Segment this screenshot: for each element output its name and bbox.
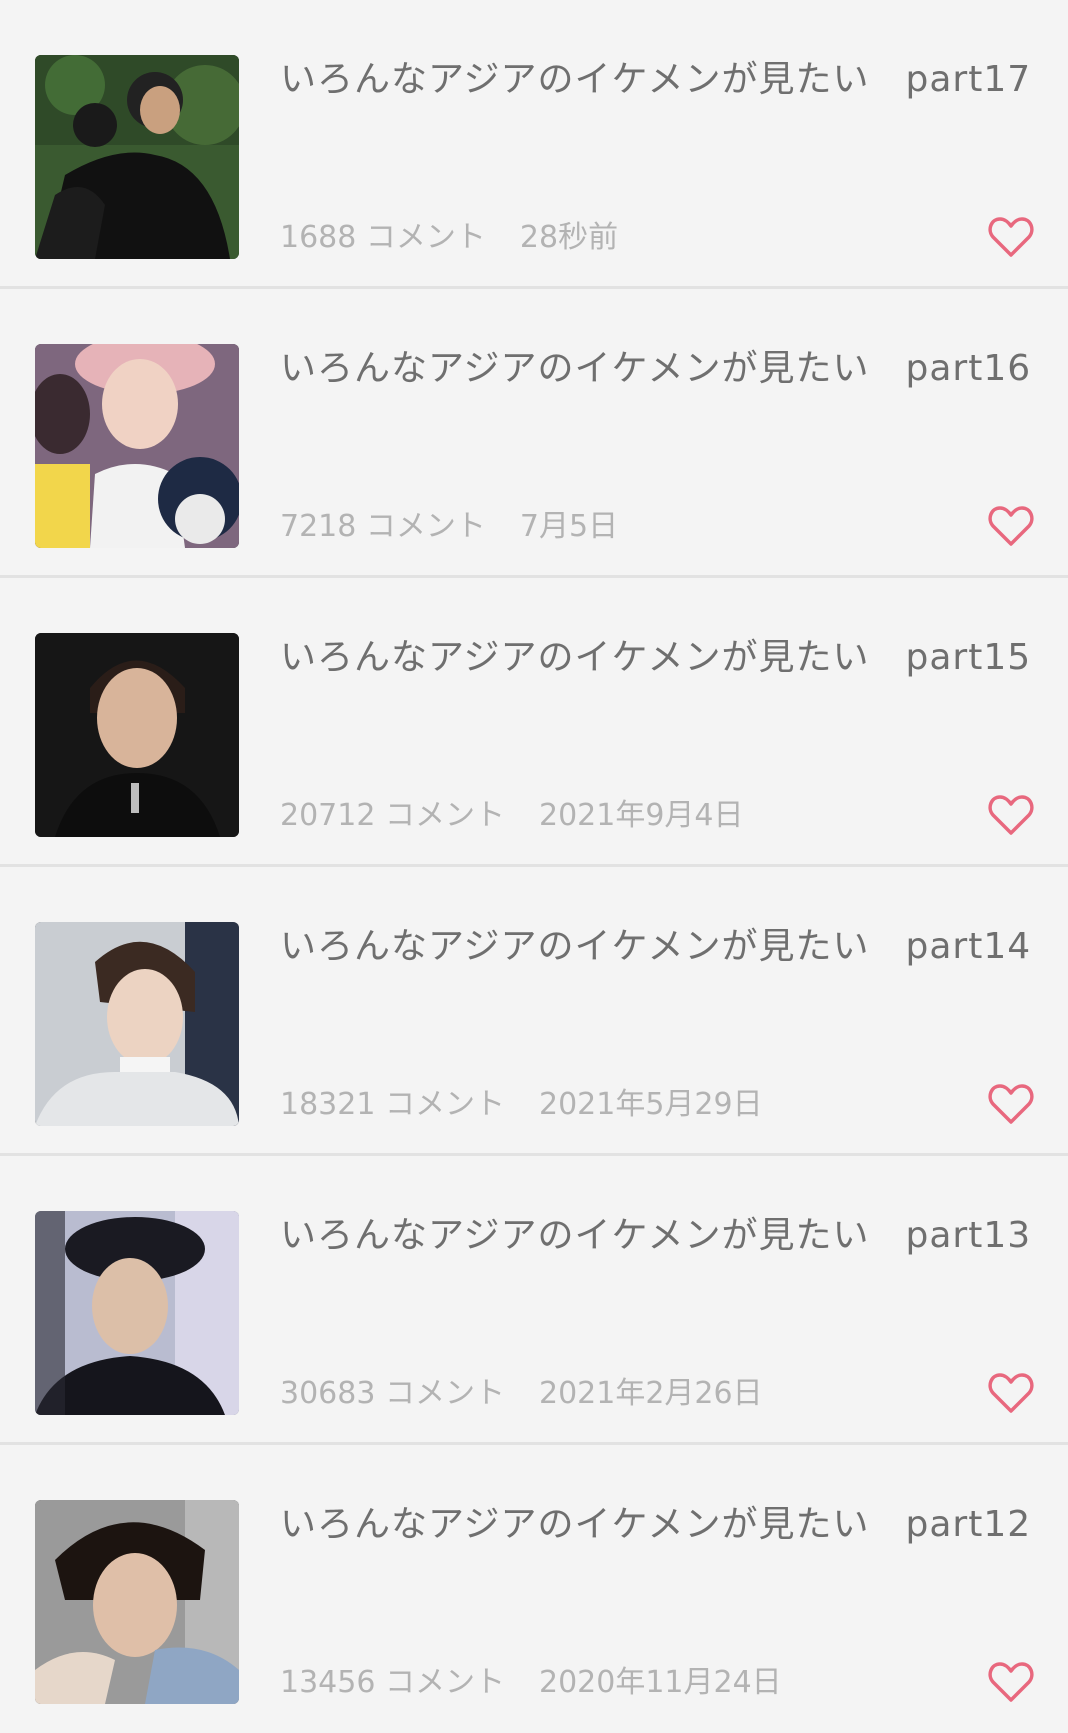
thread-date: 2021年2月26日 [538,1376,763,1411]
thread-part-label: part13 [905,1215,1032,1256]
thread-title[interactable]: いろんなアジアのイケメンが見たい part13 [280,1212,1030,1260]
thread-title-text: いろんなアジアのイケメンが見たい [280,926,870,967]
thread-date: 2020年11月24日 [538,1665,782,1700]
thread-meta: 18321 コメント 2021年5月29日 [280,1085,763,1125]
thread-title[interactable]: いろんなアジアのイケメンが見たい part15 [280,634,1030,682]
thread-title[interactable]: いろんなアジアのイケメンが見たい part16 [280,345,1030,393]
thread-part-label: part17 [905,59,1032,100]
thread-row[interactable]: いろんなアジアのイケメンが見たい part15 20712 コメント 2021年9月… [0,578,1068,867]
thread-thumbnail[interactable] [35,633,239,837]
thread-thumbnail[interactable] [35,922,239,1126]
thread-thumbnail[interactable] [35,1211,239,1415]
heart-icon[interactable] [988,1661,1034,1703]
thread-title-text: いろんなアジアのイケメンが見たい [280,1504,870,1545]
thread-row[interactable]: いろんなアジアのイケメンが見たい part16 7218 コメント 7月5日 [0,289,1068,578]
thread-meta: 1688 コメント 28秒前 [280,218,618,258]
thread-date: 2021年5月29日 [538,1087,763,1122]
thread-row[interactable]: いろんなアジアのイケメンが見たい part14 18321 コメント 2021年5月… [0,867,1068,1156]
thread-row[interactable]: いろんなアジアのイケメンが見たい part17 1688 コメント 28秒前 [0,0,1068,289]
heart-icon[interactable] [988,794,1034,836]
thread-title-text: いろんなアジアのイケメンが見たい [280,637,870,678]
thread-row[interactable]: いろんなアジアのイケメンが見たい part13 30683 コメント 2021年2月… [0,1156,1068,1445]
thread-part-label: part16 [905,348,1032,389]
thread-thumbnail[interactable] [35,55,239,259]
thread-meta: 7218 コメント 7月5日 [280,507,618,547]
thread-title-text: いろんなアジアのイケメンが見たい [280,1215,870,1256]
thread-title[interactable]: いろんなアジアのイケメンが見たい part14 [280,923,1030,971]
thread-meta: 13456 コメント 2020年11月24日 [280,1663,782,1703]
heart-icon[interactable] [988,1083,1034,1125]
thread-date: 7月5日 [519,509,619,544]
thread-date: 2021年9月4日 [538,798,744,833]
thread-meta: 30683 コメント 2021年2月26日 [280,1374,763,1414]
comment-count: 20712 コメント [280,798,505,833]
comment-count: 18321 コメント [280,1087,505,1122]
thread-meta: 20712 コメント 2021年9月4日 [280,796,744,836]
heart-icon[interactable] [988,216,1034,258]
thread-list: いろんなアジアのイケメンが見たい part17 1688 コメント 28秒前 い… [0,0,1068,1733]
comment-count: 13456 コメント [280,1665,505,1700]
thread-part-label: part14 [905,926,1032,967]
comment-count: 30683 コメント [280,1376,505,1411]
thread-title[interactable]: いろんなアジアのイケメンが見たい part12 [280,1501,1030,1549]
heart-icon[interactable] [988,1372,1034,1414]
thread-date: 28秒前 [519,220,619,255]
heart-icon[interactable] [988,505,1034,547]
comment-count: 1688 コメント [280,220,486,255]
thread-thumbnail[interactable] [35,344,239,548]
thread-title-text: いろんなアジアのイケメンが見たい [280,59,870,100]
thread-part-label: part15 [905,637,1032,678]
comment-count: 7218 コメント [280,509,486,544]
thread-thumbnail[interactable] [35,1500,239,1704]
thread-title[interactable]: いろんなアジアのイケメンが見たい part17 [280,56,1030,104]
thread-row[interactable]: いろんなアジアのイケメンが見たい part12 13456 コメント 2020年11… [0,1445,1068,1733]
thread-part-label: part12 [905,1504,1032,1545]
thread-title-text: いろんなアジアのイケメンが見たい [280,348,870,389]
